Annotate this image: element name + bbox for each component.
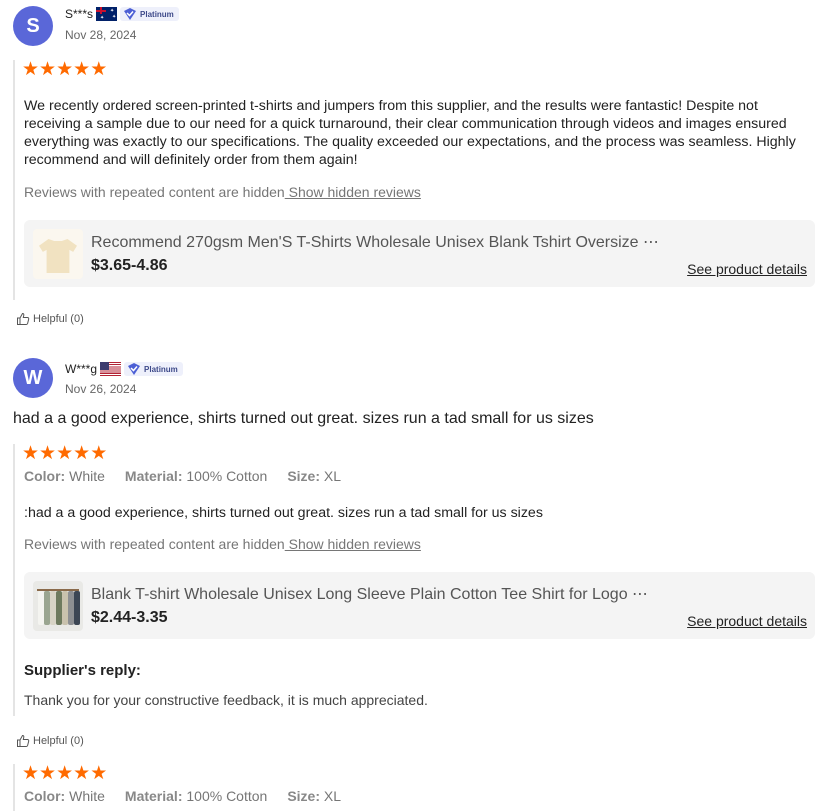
review-text: We recently ordered screen-printed t-shi… — [24, 98, 796, 168]
star-icon: ★ — [56, 763, 73, 784]
reviewer-info: W***g Platinum — [65, 362, 183, 376]
star-icon: ★ — [73, 59, 90, 80]
verified-shield-icon — [128, 363, 141, 375]
see-product-details-link[interactable]: See product details — [687, 613, 807, 629]
review-date: Nov 28, 2024 — [65, 28, 137, 42]
review-headline: had a a good experience, shirts turned o… — [13, 410, 594, 427]
star-icon: ★ — [90, 443, 107, 464]
platinum-badge: Platinum — [124, 362, 183, 376]
show-hidden-reviews-link[interactable]: Show hidden reviews — [285, 536, 421, 552]
product-attributes: Color: White Material: 100% Cotton Size:… — [24, 788, 361, 804]
product-card[interactable]: Blank T-shirt Wholesale Unisex Long Slee… — [24, 572, 815, 639]
verified-shield-icon — [124, 8, 137, 20]
star-rating: ★ ★ ★ ★ ★ — [22, 763, 107, 784]
thumbs-up-icon — [17, 312, 30, 325]
attr-size: Size: XL — [287, 788, 342, 804]
product-price: $2.44-3.35 — [91, 609, 168, 626]
supplier-reply-text: Thank you for your constructive feedback… — [24, 692, 428, 708]
product-card[interactable]: Recommend 270gsm Men'S T-Shirts Wholesal… — [24, 220, 815, 287]
product-title[interactable]: Recommend 270gsm Men'S T-Shirts Wholesal… — [91, 232, 659, 252]
product-price: $3.65-4.86 — [91, 257, 168, 274]
star-icon: ★ — [56, 59, 73, 80]
hidden-reviews-note: Reviews with repeated content are hidden… — [24, 184, 421, 200]
australia-flag-icon: ✦ ✦ ✦ — [96, 7, 118, 21]
product-title[interactable]: Blank T-shirt Wholesale Unisex Long Slee… — [91, 584, 648, 604]
star-icon: ★ — [73, 763, 90, 784]
review-divider — [13, 60, 15, 300]
star-rating: ★ ★ ★ ★ ★ — [22, 443, 107, 464]
star-icon: ★ — [22, 763, 39, 784]
attr-color: Color: White — [24, 788, 105, 804]
review-divider — [13, 444, 15, 716]
show-hidden-reviews-link[interactable]: Show hidden reviews — [285, 184, 421, 200]
hidden-note-text: Reviews with repeated content are hidden — [24, 184, 285, 200]
star-icon: ★ — [90, 763, 107, 784]
product-thumbnail[interactable] — [33, 229, 83, 279]
thumbs-up-icon — [17, 734, 30, 747]
badge-label: Platinum — [144, 364, 178, 374]
avatar: W — [13, 358, 53, 398]
attr-color: Color: White — [24, 468, 105, 484]
avatar: S — [13, 6, 53, 46]
star-icon: ★ — [56, 443, 73, 464]
attr-material: Material: 100% Cotton — [124, 788, 268, 804]
review-date: Nov 26, 2024 — [65, 382, 137, 396]
hidden-note-text: Reviews with repeated content are hidden — [24, 536, 285, 552]
attr-material: Material: 100% Cotton — [124, 468, 268, 484]
usa-flag-icon — [100, 362, 122, 376]
review-divider — [13, 764, 15, 811]
reviewer-info: S***s ✦ ✦ ✦ Platinum — [65, 7, 179, 21]
platinum-badge: Platinum — [120, 7, 179, 21]
review-text: :had a a good experience, shirts turned … — [24, 505, 543, 521]
supplier-reply-title: Supplier's reply: — [24, 662, 141, 679]
reviewer-name: W***g — [65, 362, 98, 376]
star-icon: ★ — [39, 763, 56, 784]
star-rating: ★ ★ ★ ★ ★ — [22, 59, 107, 80]
product-thumbnail[interactable] — [33, 581, 83, 631]
see-product-details-link[interactable]: See product details — [687, 261, 807, 277]
star-icon: ★ — [73, 443, 90, 464]
helpful-button[interactable]: Helpful (0) — [16, 312, 84, 326]
reviewer-name: S***s — [65, 7, 94, 21]
star-icon: ★ — [22, 59, 39, 80]
star-icon: ★ — [39, 443, 56, 464]
helpful-label: Helpful (0) — [33, 313, 84, 325]
helpful-label: Helpful (0) — [33, 735, 84, 747]
star-icon: ★ — [39, 59, 56, 80]
helpful-button[interactable]: Helpful (0) — [16, 734, 84, 748]
badge-label: Platinum — [140, 9, 174, 19]
star-icon: ★ — [90, 59, 107, 80]
hidden-reviews-note: Reviews with repeated content are hidden… — [24, 536, 421, 552]
product-attributes: Color: White Material: 100% Cotton Size:… — [24, 468, 361, 484]
attr-size: Size: XL — [287, 468, 342, 484]
star-icon: ★ — [22, 443, 39, 464]
